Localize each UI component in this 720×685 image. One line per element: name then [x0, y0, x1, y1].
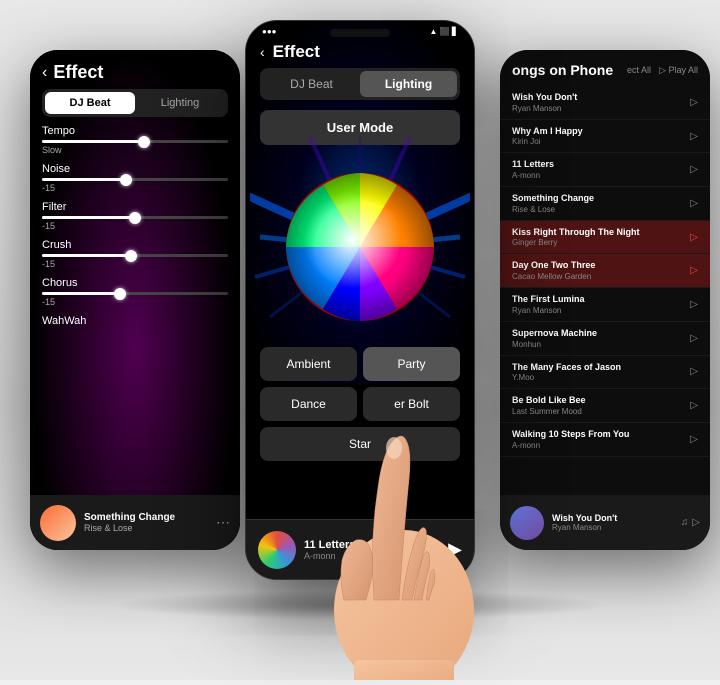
left-title: Effect	[53, 62, 103, 83]
center-phone: ●●● ▲ ⬛ ▋ ‹ Effect DJ Beat Lighting User…	[245, 20, 475, 580]
right-bottom-icons: ♫ ▷	[681, 517, 700, 528]
center-track-artist: A-monn	[304, 551, 440, 561]
chorus-slider[interactable]	[42, 292, 228, 295]
play-icon-9[interactable]: ▷	[690, 400, 698, 411]
chorus-label: Chorus	[42, 277, 228, 289]
center-notch	[330, 29, 390, 37]
scene: ‹ Effect DJ Beat Lighting Tempo Slow	[0, 0, 720, 680]
right-track-name: Wish You Don't	[552, 513, 673, 523]
song-item-7[interactable]: Supernova MachineMonhun ▷	[500, 322, 710, 356]
center-bottom-bar: 11 Letters A-monn ▶	[246, 519, 474, 579]
left-bottom-bar: Something Change Rise & Lose ⋯	[30, 495, 240, 550]
tempo-control: Tempo Slow	[42, 125, 228, 155]
party-button[interactable]: Party	[363, 347, 460, 381]
song-item-10[interactable]: Walking 10 Steps From YouA-monn ▷	[500, 423, 710, 457]
center-track-name: 11 Letters	[304, 539, 440, 551]
play-icon-bottom[interactable]: ▷	[692, 517, 700, 528]
left-controls-icon[interactable]: ⋯	[216, 514, 230, 531]
left-tab-lighting[interactable]: Lighting	[135, 92, 225, 114]
song-item-4[interactable]: Kiss Right Through The NightGinger Berry…	[500, 221, 710, 255]
song-item-1[interactable]: Why Am I HappyKirin Joi ▷	[500, 120, 710, 154]
song-item-8[interactable]: The Many Faces of JasonY.Moo ▷	[500, 356, 710, 390]
song-item-2[interactable]: 11 LettersA-monn ▷	[500, 153, 710, 187]
chorus-value: -15	[42, 297, 228, 307]
mode-buttons: Ambient Party Dance er Bolt	[246, 347, 474, 421]
tempo-label: Tempo	[42, 125, 228, 137]
left-controls: Tempo Slow Noise -15	[30, 117, 240, 343]
star-button[interactable]: Star	[260, 427, 460, 461]
center-tab-djbeat[interactable]: DJ Beat	[263, 71, 360, 97]
right-album-art	[510, 506, 544, 540]
center-tabs: DJ Beat Lighting	[260, 68, 460, 100]
right-bottom-bar: Wish You Don't Ryan Manson ♫ ▷	[500, 495, 710, 550]
play-icon-1[interactable]: ▷	[690, 131, 698, 142]
center-header: ‹ Effect	[246, 36, 474, 68]
status-icons: ▲ ⬛ ▋	[430, 27, 458, 36]
left-track-artist: Rise & Lose	[84, 523, 208, 533]
right-track-info: Wish You Don't Ryan Manson	[552, 513, 673, 532]
wahwah-control: WahWah	[42, 315, 228, 327]
noise-slider[interactable]	[42, 178, 228, 181]
song-item-0[interactable]: Wish You Don'tRyan Manson ▷	[500, 86, 710, 120]
song-list: Wish You Don'tRyan Manson ▷ Why Am I Hap…	[500, 86, 710, 457]
dance-button[interactable]: Dance	[260, 387, 357, 421]
right-title: ongs on Phone	[512, 62, 613, 78]
thunderbolt-button[interactable]: er Bolt	[363, 387, 460, 421]
play-all-button[interactable]: ▷ Play All	[659, 65, 698, 76]
song-item-9[interactable]: Be Bold Like BeeLast Summer Mood ▷	[500, 389, 710, 423]
wahwah-label: WahWah	[42, 315, 228, 327]
play-icon-4[interactable]: ▷	[690, 232, 698, 243]
filter-control: Filter -15	[42, 201, 228, 231]
play-icon-3[interactable]: ▷	[690, 198, 698, 209]
tempo-slider[interactable]	[42, 140, 228, 143]
noise-value: -15	[42, 183, 228, 193]
left-tabs: DJ Beat Lighting	[42, 89, 228, 117]
left-track-info: Something Change Rise & Lose	[84, 512, 208, 533]
crush-slider[interactable]	[42, 254, 228, 257]
ambient-button[interactable]: Ambient	[260, 347, 357, 381]
left-track-name: Something Change	[84, 512, 208, 523]
noise-label: Noise	[42, 163, 228, 175]
play-icon-8[interactable]: ▷	[690, 366, 698, 377]
right-header-actions: ect All ▷ Play All	[627, 65, 698, 76]
right-header: ongs on Phone ect All ▷ Play All	[500, 50, 710, 86]
play-icon-2[interactable]: ▷	[690, 164, 698, 175]
tempo-value: Slow	[42, 145, 228, 155]
crush-value: -15	[42, 259, 228, 269]
right-phone: ongs on Phone ect All ▷ Play All Wish Yo…	[500, 50, 710, 550]
play-icon-0[interactable]: ▷	[690, 97, 698, 108]
crush-control: Crush -15	[42, 239, 228, 269]
center-album-art	[258, 531, 296, 569]
play-icon-5[interactable]: ▷	[690, 265, 698, 276]
status-time: ●●●	[262, 27, 277, 36]
shadow-base	[110, 590, 610, 620]
left-album-art	[40, 505, 76, 541]
color-wheel-container	[246, 157, 474, 337]
song-item-6[interactable]: The First LuminaRyan Manson ▷	[500, 288, 710, 322]
select-all-button[interactable]: ect All	[627, 65, 651, 75]
center-title: Effect	[273, 42, 320, 62]
song-item-5[interactable]: Day One Two ThreeCacao Mellow Garden ▷	[500, 254, 710, 288]
left-tab-djbeat[interactable]: DJ Beat	[45, 92, 135, 114]
queue-icon[interactable]: ♫	[681, 517, 689, 528]
left-header: ‹ Effect	[30, 50, 240, 89]
play-icon-10[interactable]: ▷	[690, 434, 698, 445]
play-icon-7[interactable]: ▷	[690, 333, 698, 344]
center-play-button[interactable]: ▶	[448, 539, 462, 560]
right-track-artist: Ryan Manson	[552, 523, 673, 532]
chorus-control: Chorus -15	[42, 277, 228, 307]
noise-control: Noise -15	[42, 163, 228, 193]
left-back-button[interactable]: ‹	[42, 64, 47, 82]
center-back-button[interactable]: ‹	[260, 44, 265, 60]
filter-slider[interactable]	[42, 216, 228, 219]
play-icon-6[interactable]: ▷	[690, 299, 698, 310]
center-track-info: 11 Letters A-monn	[304, 539, 440, 561]
left-phone: ‹ Effect DJ Beat Lighting Tempo Slow	[30, 50, 240, 550]
song-item-3[interactable]: Something ChangeRise & Lose ▷	[500, 187, 710, 221]
crush-label: Crush	[42, 239, 228, 251]
color-wheel[interactable]	[285, 172, 435, 322]
center-tab-lighting[interactable]: Lighting	[360, 71, 457, 97]
